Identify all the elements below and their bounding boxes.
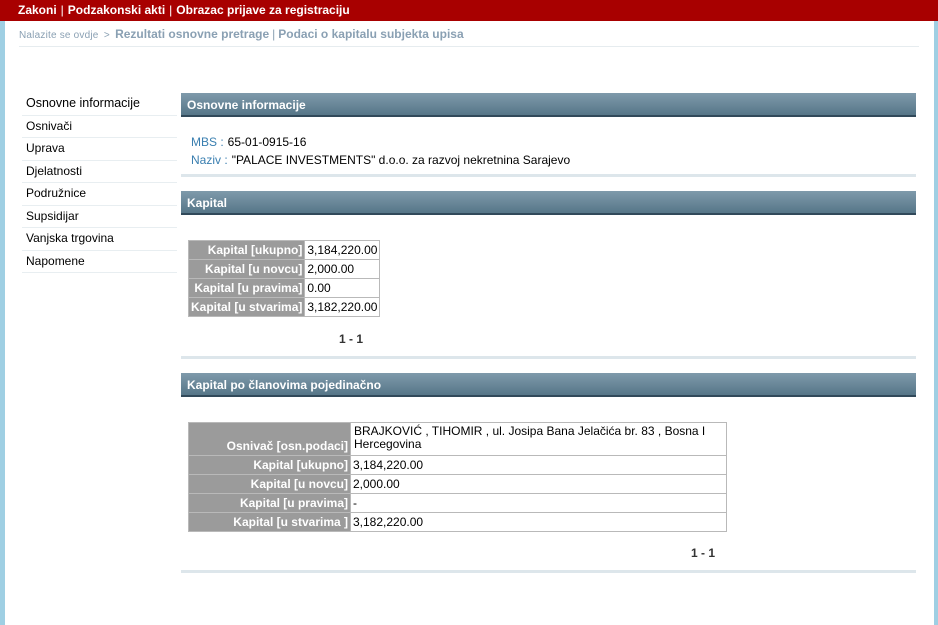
clanovi-value-cell: BRAJKOVIĆ , TIHOMIR , ul. Josipa Bana Je… bbox=[350, 422, 727, 456]
table-row: Kapital [u stvarima] 3,182,220.00 bbox=[187, 297, 381, 317]
section-header-osnovne-informacije: Osnovne informacije bbox=[181, 93, 916, 117]
naziv-value: "PALACE INVESTMENTS" d.o.o. za razvoj ne… bbox=[231, 153, 571, 167]
kapital-label-cell: Kapital [ukupno] bbox=[187, 240, 306, 260]
naziv-label: Naziv : bbox=[191, 153, 228, 167]
table-row: Osnivač [osn.podaci] BRAJKOVIĆ , TIHOMIR … bbox=[188, 422, 727, 456]
kapital-value-cell: 2,000.00 bbox=[304, 259, 381, 279]
table-row: Kapital [u novcu] 2,000.00 bbox=[188, 474, 727, 494]
kapital-table: Kapital [ukupno] 3,184,220.00 Kapital [u … bbox=[187, 240, 381, 317]
table-row: Kapital [ukupno] 3,184,220.00 bbox=[187, 240, 381, 260]
kapital-label-cell: Kapital [u pravima] bbox=[187, 278, 306, 298]
breadcrumb-current: Podaci o kapitalu subjekta upisa bbox=[278, 27, 464, 41]
breadcrumb-divider bbox=[19, 46, 919, 47]
clanovi-value-cell: 3,184,220.00 bbox=[350, 455, 727, 475]
section-divider bbox=[181, 570, 916, 573]
clanovi-label-cell: Kapital [u pravima] bbox=[188, 493, 351, 513]
nav-separator: | bbox=[60, 3, 64, 17]
sidebar-item-osnovne-informacije[interactable]: Osnovne informacije bbox=[22, 93, 177, 116]
clanovi-value-cell: - bbox=[350, 493, 727, 513]
clanovi-value-cell: 2,000.00 bbox=[350, 474, 727, 494]
sidebar-item-napomene[interactable]: Napomene bbox=[22, 251, 177, 273]
breadcrumb-prefix: Nalazite se ovdje bbox=[19, 30, 99, 41]
section-divider bbox=[181, 174, 916, 177]
breadcrumb-arrow: > bbox=[103, 30, 110, 41]
sidebar-item-vanjska-trgovina[interactable]: Vanjska trgovina bbox=[22, 228, 177, 251]
clanovi-label-cell: Osnivač [osn.podaci] bbox=[188, 422, 351, 456]
kapital-label-cell: Kapital [u novcu] bbox=[187, 259, 306, 279]
section-divider bbox=[181, 356, 916, 359]
breadcrumb-link-rezultati[interactable]: Rezultati osnovne pretrage bbox=[115, 27, 269, 41]
table-row: Kapital [u pravima] 0.00 bbox=[187, 278, 381, 298]
table-row: Kapital [u pravima] - bbox=[188, 493, 727, 513]
table-row: Kapital [ukupno] 3,184,220.00 bbox=[188, 455, 727, 475]
table-row: Kapital [u stvarima ] 3,182,220.00 bbox=[188, 512, 727, 532]
clanovi-label-cell: Kapital [ukupno] bbox=[188, 455, 351, 475]
section-header-kapital: Kapital bbox=[181, 191, 916, 215]
breadcrumb: Nalazite se ovdje > Rezultati osnovne pr… bbox=[19, 27, 464, 41]
sidebar-item-djelatnosti[interactable]: Djelatnosti bbox=[22, 161, 177, 183]
sidebar-nav: Osnovne informacije Osnivači Uprava Djel… bbox=[22, 93, 177, 273]
sidebar-item-uprava[interactable]: Uprava bbox=[22, 138, 177, 161]
sidebar-item-supsidijar[interactable]: Supsidijar bbox=[22, 206, 177, 228]
clanovi-pager[interactable]: 1 - 1 bbox=[691, 546, 715, 560]
nav-link-podzakonski-akti[interactable]: Podzakonski akti bbox=[68, 3, 165, 17]
mbs-row: MBS :65-01-0915-16 bbox=[191, 133, 570, 151]
table-row: Kapital [u novcu] 2,000.00 bbox=[187, 259, 381, 279]
kapital-label-cell: Kapital [u stvarima] bbox=[187, 297, 306, 317]
clanovi-label-cell: Kapital [u novcu] bbox=[188, 474, 351, 494]
mbs-label: MBS : bbox=[191, 135, 224, 149]
clanovi-table: Osnivač [osn.podaci] BRAJKOVIĆ , TIHOMIR … bbox=[188, 422, 727, 532]
clanovi-label-cell: Kapital [u stvarima ] bbox=[188, 512, 351, 532]
naziv-row: Naziv : "PALACE INVESTMENTS" d.o.o. za ra… bbox=[191, 151, 570, 169]
kapital-pager[interactable]: 1 - 1 bbox=[339, 332, 363, 346]
nav-link-zakoni[interactable]: Zakoni bbox=[18, 3, 57, 17]
nav-link-obrazac-prijave[interactable]: Obrazac prijave za registraciju bbox=[176, 3, 349, 17]
kapital-value-cell: 3,184,220.00 bbox=[304, 240, 381, 260]
basic-info-block: MBS :65-01-0915-16 Naziv : "PALACE INVEST… bbox=[191, 133, 570, 169]
breadcrumb-separator: | bbox=[272, 27, 276, 41]
mbs-value: 65-01-0915-16 bbox=[227, 135, 307, 149]
kapital-value-cell: 0.00 bbox=[304, 278, 381, 298]
section-header-kapital-po-clanovima: Kapital po članovima pojedinačno bbox=[181, 373, 916, 397]
clanovi-value-cell: 3,182,220.00 bbox=[350, 512, 727, 532]
top-nav-bar: Zakoni | Podzakonski akti | Obrazac prijave … bbox=[0, 0, 938, 21]
sidebar-item-podruznice[interactable]: Podružnice bbox=[22, 183, 177, 206]
nav-separator: | bbox=[169, 3, 173, 17]
kapital-value-cell: 3,182,220.00 bbox=[304, 297, 381, 317]
sidebar-item-osnivaci[interactable]: Osnivači bbox=[22, 116, 177, 138]
